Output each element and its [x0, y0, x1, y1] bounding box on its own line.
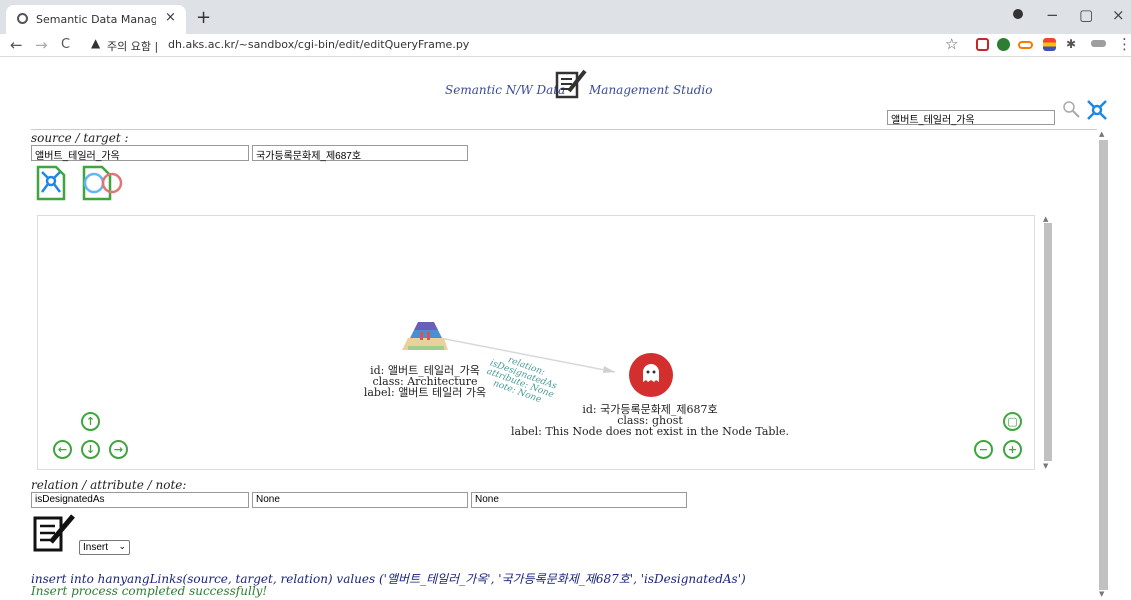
pan-right-icon[interactable]: →: [109, 440, 128, 459]
new-tab-button[interactable]: +: [196, 7, 211, 28]
tab-close-button[interactable]: ×: [165, 10, 176, 25]
extension-plane-icon[interactable]: [1091, 40, 1106, 47]
pan-left-icon[interactable]: ←: [53, 440, 72, 459]
minimize-button[interactable]: −: [1046, 6, 1059, 24]
source-input[interactable]: 앨버트_테일러_가옥: [31, 145, 249, 162]
insert-success-message: Insert process completed successfully!: [31, 584, 268, 598]
target-node-label: id: 국가등록문화제_제687호 class: ghost label: Th…: [490, 404, 810, 437]
node-search-input[interactable]: 앨버트_테일러_가옥: [887, 110, 1055, 126]
source-node-name: label: 앨버트 테일러 가옥: [363, 386, 487, 399]
graph-scrollbar[interactable]: ▲ ▼: [1042, 215, 1054, 472]
extension-grammarly-icon[interactable]: [997, 38, 1010, 51]
edit-document-logo-icon: [555, 69, 587, 99]
action-select-value: Insert: [83, 542, 109, 553]
extension-color-icon[interactable]: [1043, 38, 1056, 51]
back-button[interactable]: ←: [10, 36, 23, 54]
chevron-down-icon: ⌄: [118, 541, 126, 551]
reload-button[interactable]: C: [61, 37, 70, 52]
content-border: [31, 129, 1097, 130]
browser-tab[interactable]: Semantic Data Management St ×: [6, 5, 186, 34]
ghost-node-icon[interactable]: [628, 352, 674, 398]
bookmark-star-icon[interactable]: ☆: [945, 35, 958, 53]
url-input[interactable]: dh.aks.ac.kr/~sandbox/cgi-bin/edit/editQ…: [168, 38, 469, 51]
tab-title: Semantic Data Management St: [36, 13, 156, 26]
warning-icon[interactable]: ▲: [91, 36, 100, 50]
extension-pocket-icon[interactable]: [976, 38, 989, 51]
edit-submit-icon[interactable]: [33, 512, 77, 554]
relation-label: relation / attribute / note:: [31, 478, 187, 492]
pan-up-icon[interactable]: ↑: [81, 412, 100, 431]
network-graph-icon[interactable]: [1085, 99, 1109, 121]
link-relation-icon[interactable]: [80, 163, 126, 203]
browser-menu-icon[interactable]: ⋮: [1117, 35, 1131, 53]
page-scrollbar[interactable]: ▲ ▼: [1097, 130, 1109, 600]
action-select[interactable]: Insert ⌄: [79, 540, 130, 555]
extension-infinity-icon[interactable]: [1018, 41, 1033, 49]
profile-icon[interactable]: [1013, 9, 1023, 19]
zoom-in-icon[interactable]: +: [1003, 440, 1022, 459]
security-status[interactable]: 주의 요함 |: [107, 38, 158, 54]
zoom-out-icon[interactable]: −: [974, 440, 993, 459]
source-target-label: source / target :: [31, 131, 129, 145]
globe-icon: [17, 13, 28, 24]
target-input[interactable]: 국가등록문화제_제687호: [252, 145, 468, 162]
fit-view-icon[interactable]: ▢: [1003, 412, 1022, 431]
app-title-right: Management Studio: [589, 83, 713, 97]
note-input[interactable]: None: [471, 492, 687, 508]
attribute-input[interactable]: None: [252, 492, 468, 508]
forward-button[interactable]: →: [35, 36, 48, 54]
maximize-button[interactable]: ▢: [1079, 6, 1093, 24]
extensions-puzzle-icon[interactable]: ✱: [1066, 37, 1079, 51]
architecture-node-icon[interactable]: [400, 318, 450, 354]
network-select-icon[interactable]: [34, 163, 70, 203]
target-node-name: label: This Node does not exist in the N…: [511, 425, 789, 438]
relation-input[interactable]: isDesignatedAs: [31, 492, 249, 508]
edge-arrow: [603, 366, 615, 373]
window-close-button[interactable]: ×: [1112, 6, 1125, 24]
pan-down-icon[interactable]: ↓: [81, 440, 100, 459]
search-icon[interactable]: [1062, 100, 1080, 118]
app-title-left: Semantic N/W Data: [445, 83, 566, 97]
